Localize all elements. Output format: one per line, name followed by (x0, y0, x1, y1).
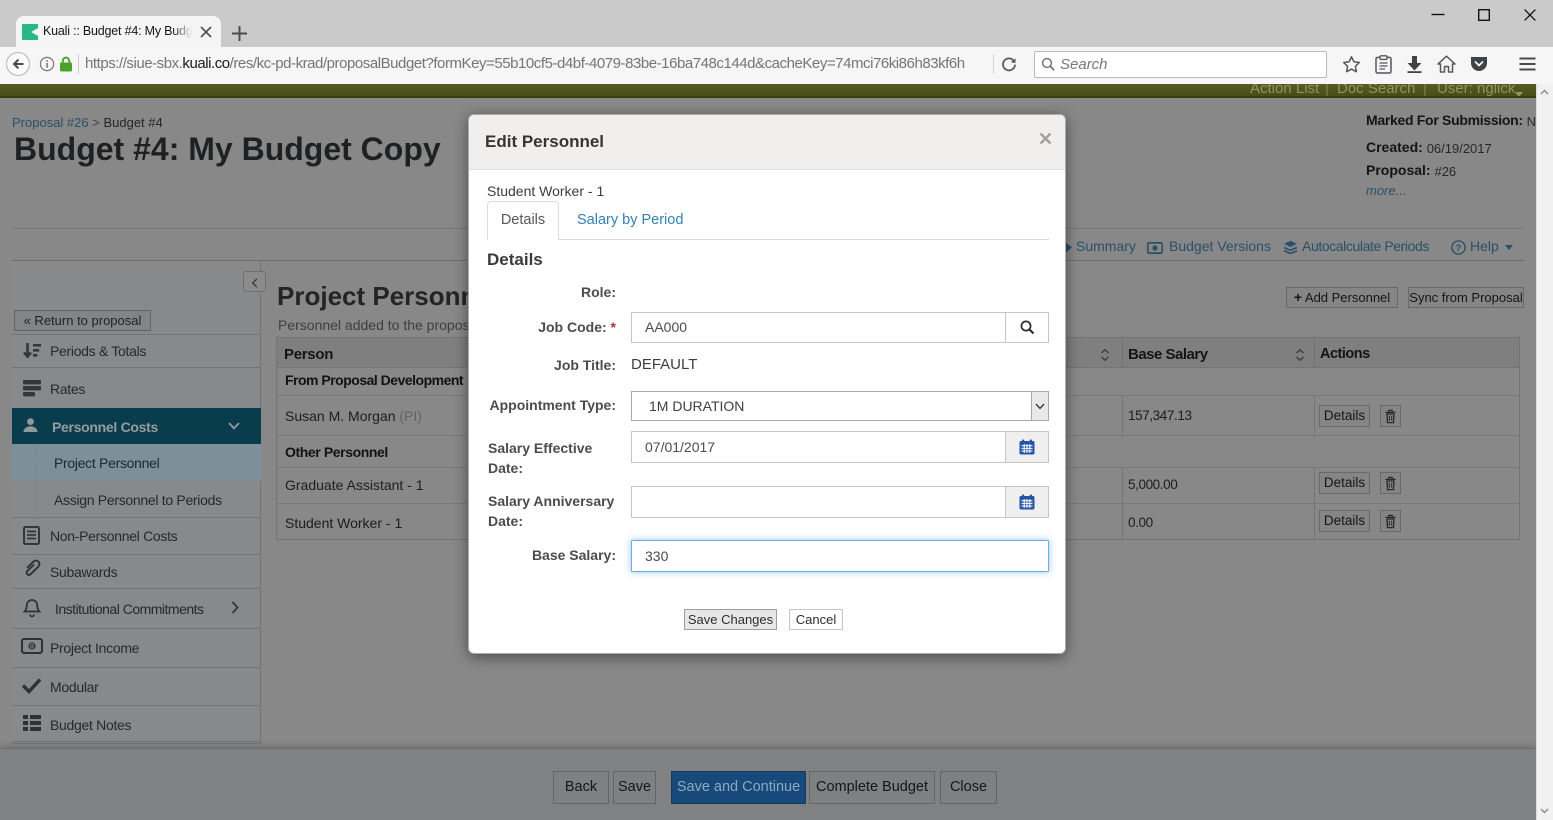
svg-text:0: 0 (30, 642, 34, 651)
svg-text:?: ? (1456, 243, 1462, 254)
